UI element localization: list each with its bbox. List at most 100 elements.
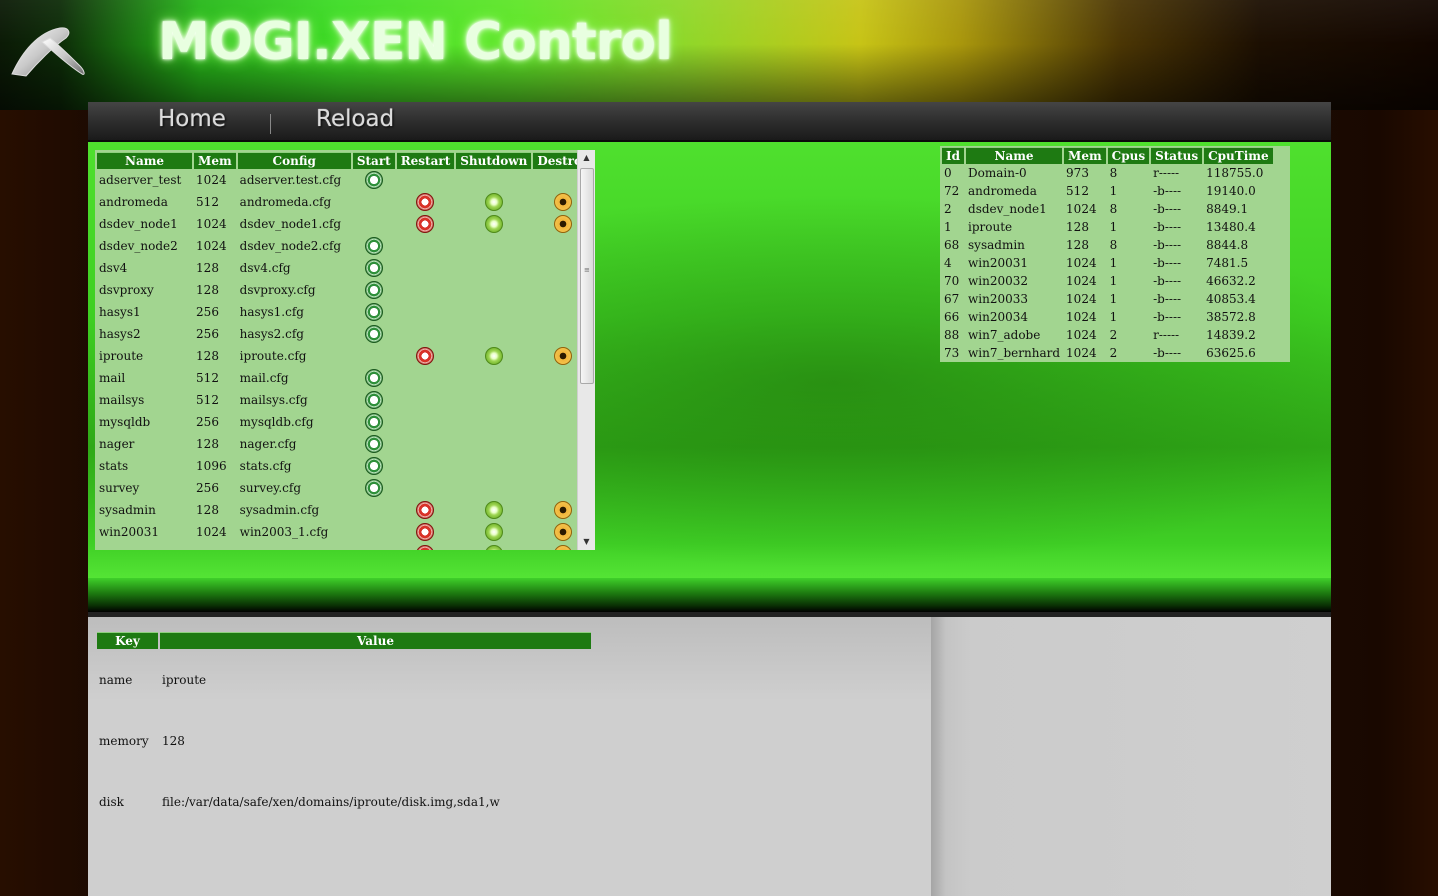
nav-home[interactable]: Home xyxy=(158,106,226,132)
shutdown-icon[interactable] xyxy=(484,215,503,233)
shutdown-cell xyxy=(456,455,531,477)
domain-name-cell: mysqldb xyxy=(99,415,151,429)
scroll-down-arrow-icon[interactable]: ▼ xyxy=(578,534,595,550)
domain-config-cell: iproute.cfg xyxy=(239,349,307,363)
name-cell: iproute xyxy=(968,220,1013,234)
destroy-icon[interactable] xyxy=(554,545,573,550)
table-row: dsdev_node1 1024 dsdev_node1.cfg xyxy=(97,213,593,235)
cputime-cell: 8849.1 xyxy=(1206,202,1249,216)
destroy-icon[interactable] xyxy=(554,347,573,365)
start-cell xyxy=(353,411,395,433)
column-header: Mem xyxy=(1064,147,1106,164)
column-header: Restart xyxy=(396,152,455,169)
table-row: andromeda 512 andromeda.cfg xyxy=(97,191,593,213)
cpus-cell: 8 xyxy=(1109,202,1118,216)
column-header: Name xyxy=(966,147,1063,164)
restart-icon[interactable] xyxy=(416,215,435,233)
column-header: Value xyxy=(160,632,591,649)
domain-name-cell: adserver_test xyxy=(99,173,182,187)
restart-icon[interactable] xyxy=(416,501,435,519)
start-icon[interactable] xyxy=(364,259,383,277)
start-icon[interactable] xyxy=(364,413,383,431)
table-header-row: Name Mem Config Start Restart Shutdown D… xyxy=(97,152,593,169)
domain-details: Key Value name iproute memory 128 disk file:/… xyxy=(95,632,595,832)
start-cell xyxy=(353,345,395,367)
column-header: Id xyxy=(942,147,965,164)
shutdown-cell xyxy=(456,323,531,345)
cpus-cell: 2 xyxy=(1109,328,1118,342)
cputime-cell: 40853.4 xyxy=(1206,292,1256,306)
restart-icon[interactable] xyxy=(416,545,435,550)
start-icon[interactable] xyxy=(364,303,383,321)
table-row[interactable]: 66 win20034 1024 1 -b---- 38572.8 xyxy=(942,308,1273,326)
column-header: Shutdown xyxy=(456,152,532,169)
table-row[interactable]: 68 sysadmin 128 8 -b---- 8844.8 xyxy=(942,236,1273,254)
destroy-icon[interactable] xyxy=(554,523,573,541)
restart-cell xyxy=(397,213,455,235)
start-cell xyxy=(353,543,395,550)
destroy-icon[interactable] xyxy=(554,215,573,233)
table-row[interactable]: 2 dsdev_node1 1024 8 -b---- 8849.1 xyxy=(942,200,1273,218)
scroll-thumb[interactable]: ≡ xyxy=(580,168,594,384)
name-cell: dsdev_node1 xyxy=(968,202,1047,216)
table-row[interactable]: 72 andromeda 512 1 -b---- 19140.0 xyxy=(942,182,1273,200)
id-cell: 68 xyxy=(944,238,960,252)
shutdown-icon[interactable] xyxy=(484,523,503,541)
table-row[interactable]: 4 win20031 1024 1 -b---- 7481.5 xyxy=(942,254,1273,272)
mem-cell: 1024 xyxy=(1066,310,1097,324)
table-row[interactable]: 70 win20032 1024 1 -b---- 46632.2 xyxy=(942,272,1273,290)
domain-config-list[interactable]: Name Mem Config Start Restart Shutdown D… xyxy=(95,150,595,550)
domain-mem-cell: 512 xyxy=(196,371,219,385)
vertical-scrollbar[interactable]: ▲ ≡ ▼ xyxy=(577,150,595,550)
key-cell: memory xyxy=(99,733,149,748)
table-row[interactable]: 0 Domain-0 973 8 r----- 118755.0 xyxy=(942,164,1273,182)
destroy-icon[interactable] xyxy=(554,193,573,211)
table-row[interactable]: 88 win7_adobe 1024 2 r----- 14839.2 xyxy=(942,326,1273,344)
table-row: survey 256 survey.cfg xyxy=(97,477,593,499)
status-cell: r----- xyxy=(1153,328,1180,342)
status-cell: -b---- xyxy=(1153,346,1182,360)
start-cell xyxy=(353,257,395,279)
table-row: nager 128 nager.cfg xyxy=(97,433,593,455)
shutdown-icon[interactable] xyxy=(484,501,503,519)
shutdown-icon[interactable] xyxy=(484,193,503,211)
start-icon[interactable] xyxy=(364,369,383,387)
table-row[interactable]: 1 iproute 128 1 -b---- 13480.4 xyxy=(942,218,1273,236)
start-icon[interactable] xyxy=(364,281,383,299)
table-row[interactable]: 67 win20033 1024 1 -b---- 40853.4 xyxy=(942,290,1273,308)
domain-mem-cell: 256 xyxy=(196,481,219,495)
domain-mem-cell: 256 xyxy=(196,327,219,341)
domain-mem-cell: 256 xyxy=(196,415,219,429)
details-table: Key Value name iproute memory 128 disk file:/… xyxy=(95,632,593,832)
shutdown-icon[interactable] xyxy=(484,347,503,365)
nav-reload[interactable]: Reload xyxy=(316,106,394,132)
shutdown-icon[interactable] xyxy=(484,545,503,550)
restart-icon[interactable] xyxy=(416,523,435,541)
domain-config-cell: mail.cfg xyxy=(239,371,289,385)
start-cell xyxy=(353,433,395,455)
table-row[interactable]: 73 win7_bernhard 1024 2 -b---- 63625.6 xyxy=(942,344,1273,362)
domain-name-cell: stats xyxy=(99,459,129,473)
restart-cell xyxy=(397,499,455,521)
status-rows: 0 Domain-0 973 8 r----- 118755.0 72 andromeda 51… xyxy=(942,164,1273,362)
domain-mem-cell: 128 xyxy=(196,283,219,297)
table-row: dsdev_node2 1024 dsdev_node2.cfg xyxy=(97,235,593,257)
domain-config-cell: hasys1.cfg xyxy=(239,305,304,319)
mem-cell: 512 xyxy=(1066,184,1089,198)
mem-cell: 128 xyxy=(1066,220,1089,234)
start-icon[interactable] xyxy=(364,237,383,255)
restart-icon[interactable] xyxy=(416,193,435,211)
domain-config-cell: adserver.test.cfg xyxy=(239,173,342,187)
start-icon[interactable] xyxy=(364,171,383,189)
table-row: dsv4 128 dsv4.cfg xyxy=(97,257,593,279)
restart-icon[interactable] xyxy=(416,347,435,365)
name-cell: win7_adobe xyxy=(968,328,1041,342)
destroy-icon[interactable] xyxy=(554,501,573,519)
start-icon[interactable] xyxy=(364,457,383,475)
start-icon[interactable] xyxy=(364,391,383,409)
name-cell: win20032 xyxy=(968,274,1029,288)
start-icon[interactable] xyxy=(364,479,383,497)
start-icon[interactable] xyxy=(364,325,383,343)
scroll-up-arrow-icon[interactable]: ▲ xyxy=(578,150,595,166)
start-icon[interactable] xyxy=(364,435,383,453)
